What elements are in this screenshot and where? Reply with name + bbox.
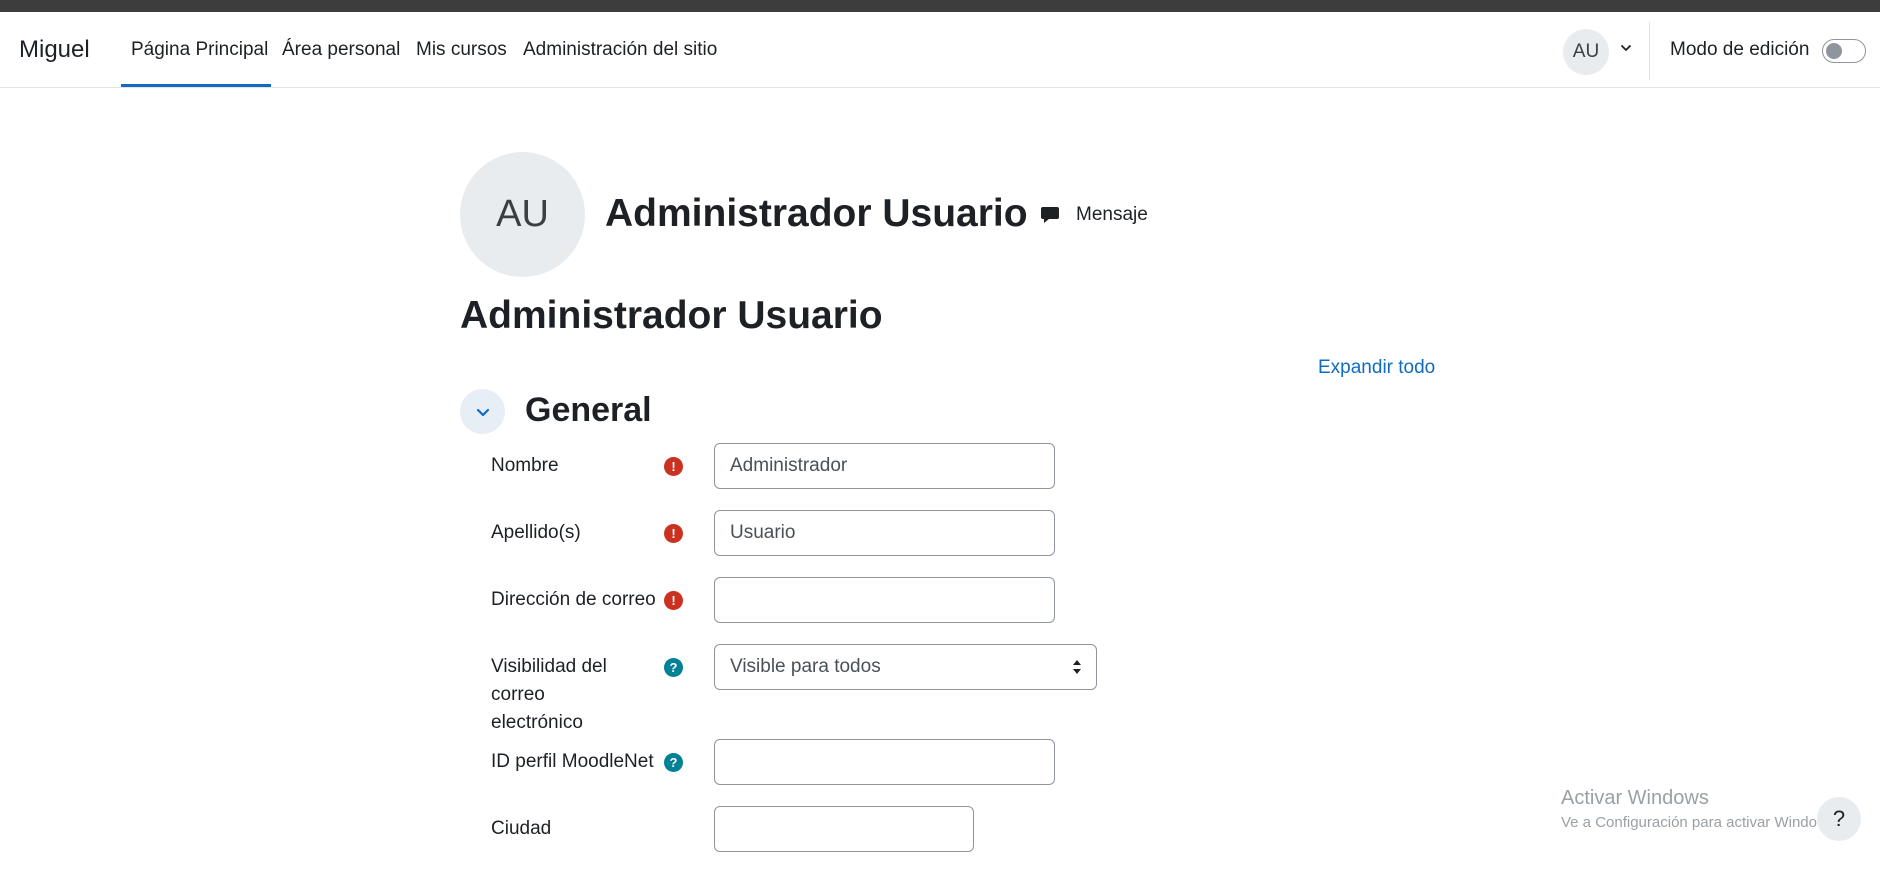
help-floating-button[interactable]: ? <box>1817 797 1861 841</box>
first-name-input[interactable]: Administrador <box>714 443 1055 489</box>
section-title-general: General <box>525 391 652 429</box>
nav-link-my-courses[interactable]: Mis cursos <box>416 39 507 61</box>
required-icon: ! <box>664 524 683 543</box>
user-menu-toggle[interactable]: AU <box>1563 29 1633 75</box>
nav-active-indicator <box>121 84 271 87</box>
field-label-first-name: Nombre <box>491 455 559 476</box>
user-avatar: AU <box>1563 29 1609 75</box>
email-input[interactable] <box>714 577 1055 623</box>
profile-avatar: AU <box>460 152 585 277</box>
city-input[interactable] <box>714 806 974 852</box>
watermark-subtitle: Ve a Configuración para activar Windows. <box>1561 814 1840 831</box>
edit-mode-toggle[interactable] <box>1822 39 1866 63</box>
help-icon[interactable]: ? <box>664 753 683 772</box>
surname-input[interactable]: Usuario <box>714 510 1055 556</box>
message-icon <box>1041 207 1059 223</box>
toggle-knob <box>1826 43 1842 59</box>
site-brand[interactable]: Miguel <box>19 36 90 64</box>
chevron-down-icon <box>476 408 489 416</box>
field-label-moodlenet-id: ID perfil MoodleNet <box>491 751 654 772</box>
required-icon: ! <box>664 591 683 610</box>
nav-link-home[interactable]: Página Principal <box>131 39 268 61</box>
email-visibility-selected: Visible para todos <box>730 656 881 677</box>
field-label-email: Dirección de correo <box>491 589 656 610</box>
page-title: Administrador Usuario <box>460 294 883 337</box>
edit-mode-label: Modo de edición <box>1670 39 1810 60</box>
message-button-label: Mensaje <box>1076 204 1148 225</box>
field-label-email-visibility: Visibilidad del correo electrónico <box>491 656 607 733</box>
profile-header-name: Administrador Usuario <box>605 192 1028 235</box>
email-visibility-select[interactable]: Visible para todos <box>714 644 1097 690</box>
chevron-down-icon <box>1621 45 1631 51</box>
moodlenet-id-input[interactable] <box>714 739 1055 785</box>
expand-all-link[interactable]: Expandir todo <box>1318 357 1435 379</box>
windows-activation-watermark: Activar Windows Ve a Configuración para … <box>1561 787 1839 831</box>
help-icon[interactable]: ? <box>664 658 683 677</box>
nav-link-site-admin[interactable]: Administración del sitio <box>523 39 717 61</box>
field-label-city: Ciudad <box>491 818 552 839</box>
select-arrows-icon <box>1073 660 1081 674</box>
nav-link-dashboard[interactable]: Área personal <box>282 39 400 61</box>
browser-top-strip <box>0 0 1880 12</box>
watermark-title: Activar Windows <box>1561 787 1709 809</box>
required-icon: ! <box>664 457 683 476</box>
section-collapse-button[interactable] <box>460 389 505 434</box>
nav-divider <box>1649 22 1650 80</box>
message-button[interactable]: Mensaje <box>1040 200 1148 230</box>
primary-navbar: Miguel Página Principal Área personal Mi… <box>0 12 1880 88</box>
field-label-surname: Apellido(s) <box>491 522 581 543</box>
